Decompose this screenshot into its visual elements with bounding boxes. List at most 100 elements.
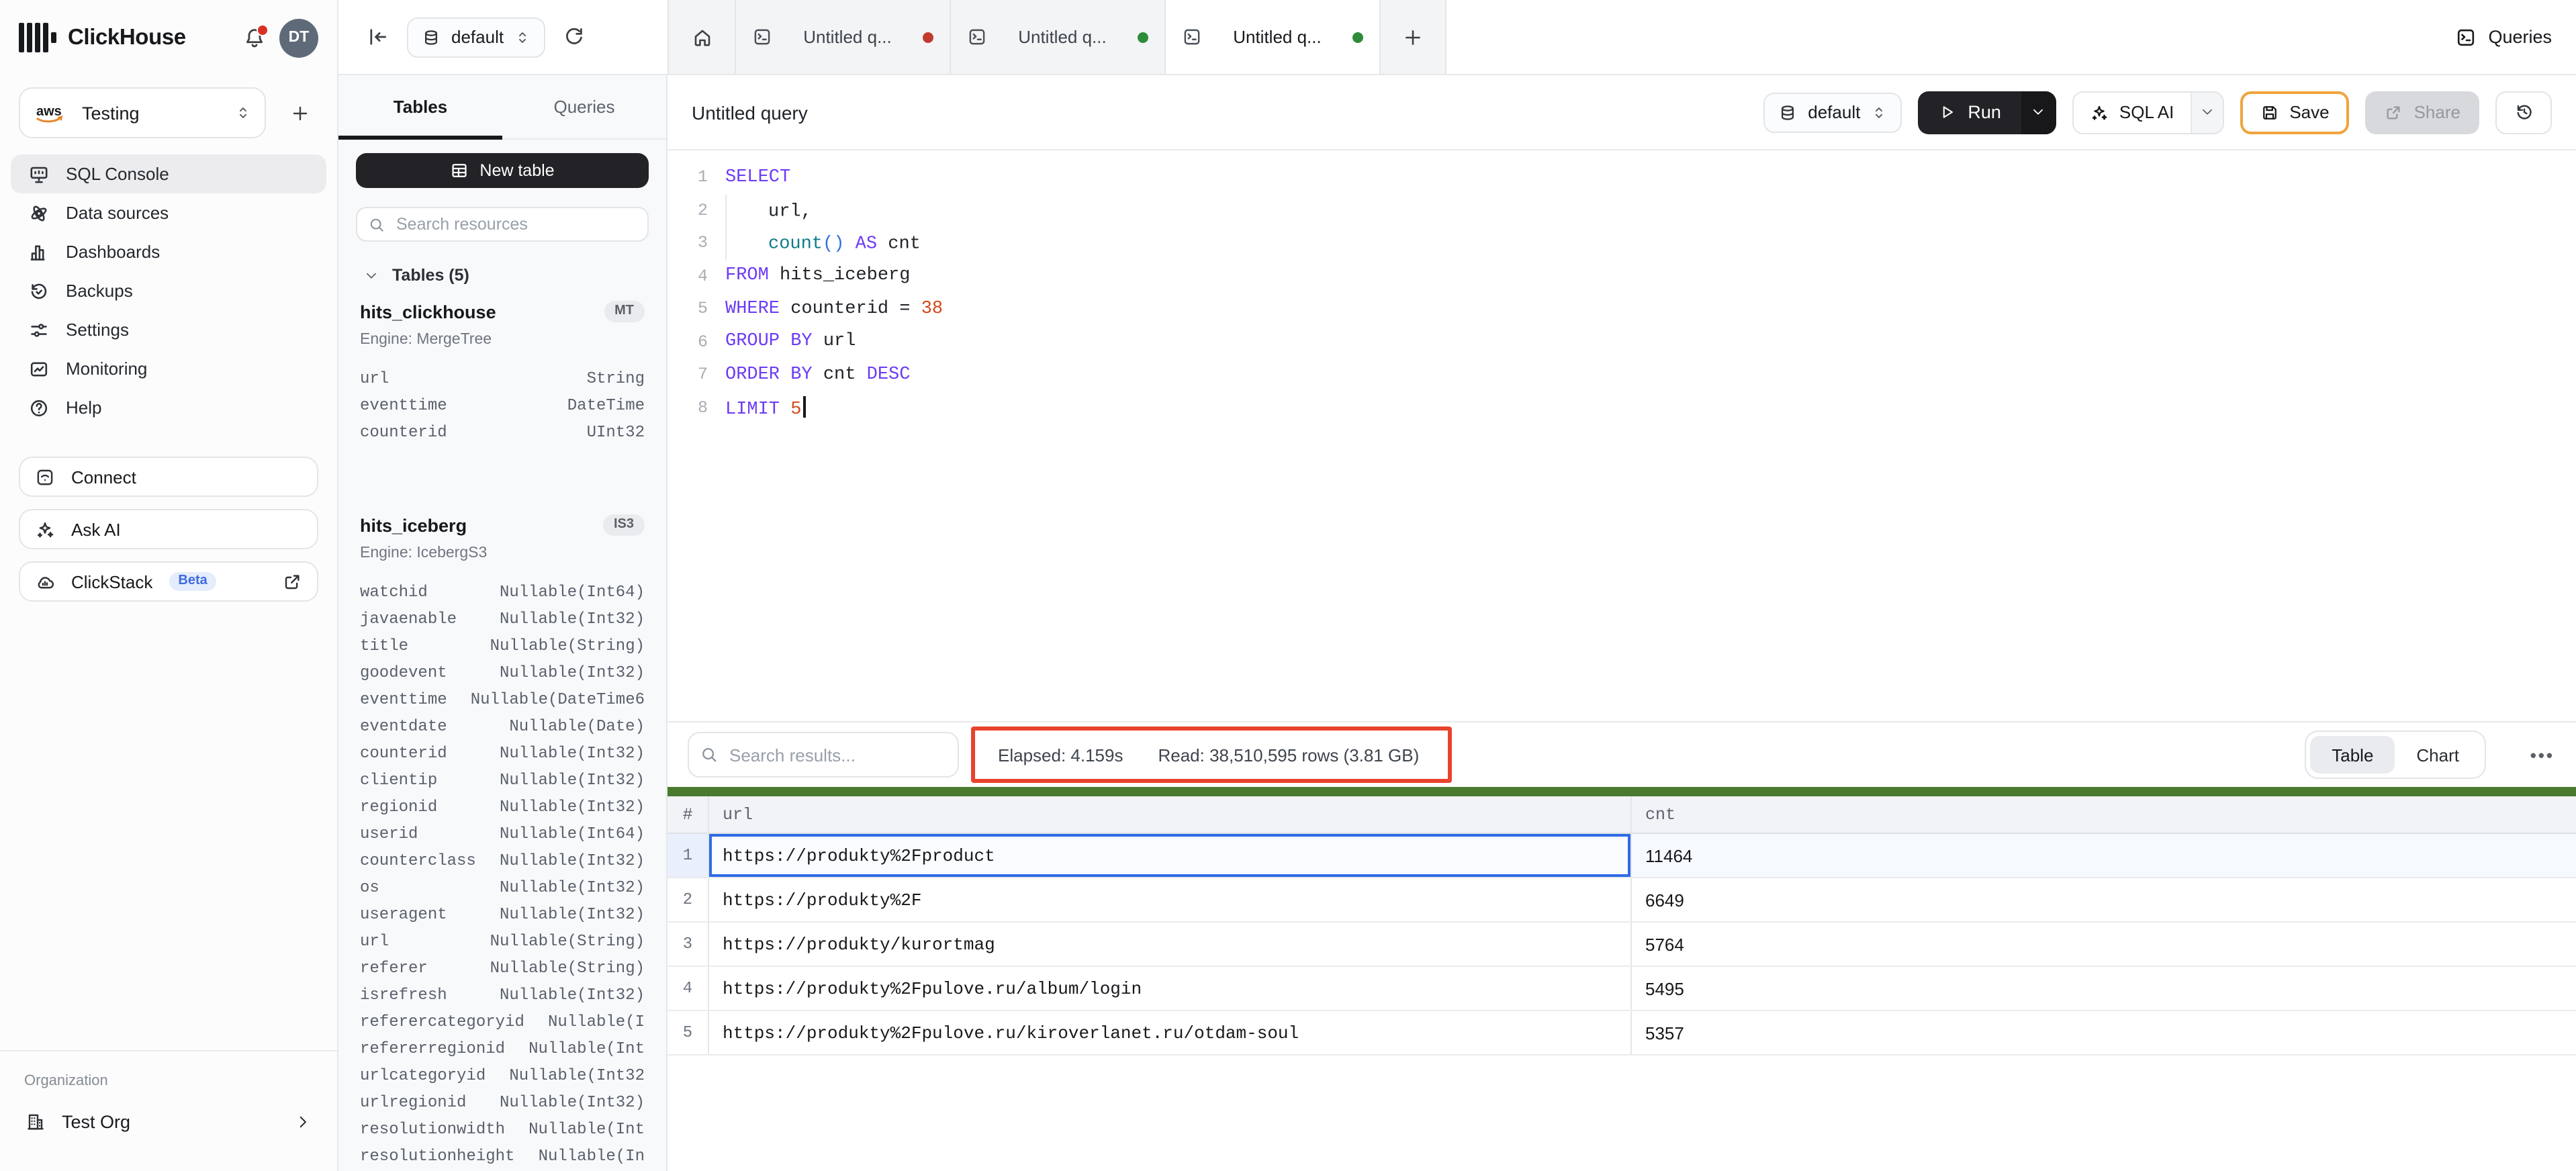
- code-line-4: 4FROM hits_iceberg: [668, 260, 2576, 293]
- collapse-sidebar-button[interactable]: [367, 26, 389, 48]
- sidebar-item-monitoring[interactable]: Monitoring: [11, 349, 326, 388]
- cnt-cell[interactable]: 5764: [1630, 923, 2576, 966]
- sidebar-item-label: Dashboards: [66, 242, 160, 262]
- result-row-5[interactable]: 5https://produkty%2Fpulove.ru/kiroverlan…: [668, 1011, 2576, 1056]
- column-name: javaenable: [360, 610, 457, 628]
- column-row[interactable]: urlregionidNullable(Int32): [360, 1089, 645, 1116]
- column-row[interactable]: clientipNullable(Int32): [360, 767, 645, 794]
- run-options-button[interactable]: [2021, 91, 2056, 134]
- run-button[interactable]: Run: [1918, 91, 2021, 134]
- header-database-selector[interactable]: default: [407, 17, 545, 57]
- cnt-cell[interactable]: 11464: [1630, 834, 2576, 877]
- column-row[interactable]: counterclassNullable(Int32): [360, 847, 645, 874]
- results-more-button[interactable]: •••: [2530, 722, 2555, 787]
- view-chart-tab[interactable]: Chart: [2395, 736, 2481, 774]
- play-icon: [1938, 103, 1956, 121]
- queries-button[interactable]: Queries: [2454, 0, 2552, 74]
- result-row-3[interactable]: 3https://produkty/kurortmag5764: [668, 923, 2576, 967]
- schema-table-name-row[interactable]: hits_clickhouseMT: [360, 294, 645, 329]
- column-row[interactable]: javaenableNullable(Int32): [360, 606, 645, 633]
- column-row[interactable]: counteridNullable(Int32): [360, 740, 645, 767]
- cnt-cell[interactable]: 6649: [1630, 878, 2576, 921]
- column-row[interactable]: watchidNullable(Int64): [360, 579, 645, 606]
- column-row[interactable]: resolutionheightNullable(In: [360, 1143, 645, 1170]
- avatar[interactable]: DT: [279, 18, 318, 57]
- column-row[interactable]: titleNullable(String): [360, 633, 645, 659]
- sidebar-item-data-sources[interactable]: Data sources: [11, 193, 326, 232]
- sidebar-item-sql-console[interactable]: SQL Console: [11, 154, 326, 193]
- sql-editor[interactable]: 1SELECT2url,3count() AS cnt4FROM hits_ic…: [668, 150, 2576, 721]
- column-row[interactable]: referercategoryidNullable(I: [360, 1009, 645, 1035]
- sql-ai-label: SQL AI: [2119, 102, 2174, 122]
- column-name: counterid: [360, 423, 447, 442]
- column-row[interactable]: refererNullable(String): [360, 955, 645, 982]
- org-selector[interactable]: Test Org: [13, 1100, 324, 1143]
- sidebar-item-dashboards[interactable]: Dashboards: [11, 232, 326, 271]
- column-row[interactable]: eventtimeDateTime: [360, 392, 645, 419]
- search-resources-input[interactable]: [394, 214, 637, 235]
- url-cell[interactable]: https://produkty%2Fpulove.ru/album/login: [708, 967, 1630, 1010]
- column-row[interactable]: eventdateNullable(Date): [360, 713, 645, 740]
- result-row-2[interactable]: 2https://produkty%2F6649: [668, 878, 2576, 923]
- query-tab-3[interactable]: Untitled q...: [1164, 0, 1379, 74]
- cnt-cell[interactable]: 5495: [1630, 967, 2576, 1010]
- column-row[interactable]: refererregionidNullable(Int: [360, 1035, 645, 1062]
- result-row-4[interactable]: 4https://produkty%2Fpulove.ru/album/logi…: [668, 967, 2576, 1011]
- refresh-button[interactable]: [563, 26, 586, 48]
- column-row[interactable]: useragentNullable(Int32): [360, 901, 645, 928]
- column-row[interactable]: resolutionwidthNullable(Int: [360, 1116, 645, 1143]
- tab-tables[interactable]: Tables: [338, 75, 502, 138]
- result-row-1[interactable]: 1https://produkty%2Fproduct11464: [668, 834, 2576, 878]
- tab-queries[interactable]: Queries: [502, 75, 666, 138]
- sidebar-item-help[interactable]: Help: [11, 388, 326, 427]
- col-header-url[interactable]: url: [708, 796, 1630, 833]
- line-number: 4: [668, 267, 708, 286]
- connect-button[interactable]: Connect: [19, 457, 318, 497]
- new-tab-button[interactable]: [1379, 0, 1446, 74]
- column-row[interactable]: urlNullable(String): [360, 928, 645, 955]
- workspace-selector[interactable]: aws Testing: [19, 87, 266, 138]
- column-name: url: [360, 369, 389, 388]
- share-button[interactable]: Share: [2366, 91, 2479, 134]
- backups-icon: [28, 280, 50, 301]
- column-row[interactable]: osNullable(Int32): [360, 874, 645, 901]
- col-header-cnt[interactable]: cnt: [1630, 796, 2576, 833]
- home-tab-button[interactable]: [668, 0, 735, 74]
- view-table-tab[interactable]: Table: [2310, 736, 2395, 774]
- sql-ai-options-button[interactable]: [2190, 92, 2222, 132]
- query-tab-1[interactable]: Untitled q...: [735, 0, 950, 74]
- url-cell[interactable]: https://produkty%2Fproduct: [708, 834, 1630, 877]
- editor-database-selector[interactable]: default: [1763, 92, 1902, 132]
- cnt-cell[interactable]: 5357: [1630, 1011, 2576, 1054]
- column-row[interactable]: regionidNullable(Int32): [360, 794, 645, 821]
- new-table-button[interactable]: New table: [356, 153, 649, 188]
- column-name: urlregionid: [360, 1093, 466, 1112]
- url-cell[interactable]: https://produkty%2F: [708, 878, 1630, 921]
- column-row[interactable]: urlString: [360, 365, 645, 392]
- query-tab-2[interactable]: Untitled q...: [950, 0, 1164, 74]
- results-search: [688, 732, 959, 778]
- column-row[interactable]: counteridUInt32: [360, 419, 645, 446]
- clickstack-button[interactable]: ClickStack Beta: [19, 561, 318, 602]
- query-history-button[interactable]: [2495, 91, 2552, 134]
- column-row[interactable]: eventtimeNullable(DateTime6: [360, 686, 645, 713]
- url-cell[interactable]: https://produkty%2Fpulove.ru/kiroverlane…: [708, 1011, 1630, 1054]
- column-type: Nullable(Int64): [500, 583, 645, 602]
- add-workspace-button[interactable]: [283, 97, 316, 129]
- sql-ai-button[interactable]: SQL AI: [2074, 92, 2190, 132]
- schema-table-name-row[interactable]: hits_icebergIS3: [360, 508, 645, 543]
- query-title: Untitled query: [692, 101, 808, 123]
- url-cell[interactable]: https://produkty/kurortmag: [708, 923, 1630, 966]
- search-results-input[interactable]: [727, 743, 947, 766]
- column-row[interactable]: goodeventNullable(Int32): [360, 659, 645, 686]
- column-row[interactable]: urlcategoryidNullable(Int32: [360, 1062, 645, 1089]
- ask-ai-button[interactable]: Ask AI: [19, 509, 318, 549]
- column-row[interactable]: isrefreshNullable(Int32): [360, 982, 645, 1009]
- sidebar-item-settings[interactable]: Settings: [11, 310, 326, 349]
- tables-group-header[interactable]: Tables (5): [364, 262, 649, 289]
- notifications-bell-icon[interactable]: [243, 26, 266, 49]
- column-row[interactable]: useridNullable(Int64): [360, 821, 645, 847]
- column-name: userid: [360, 825, 418, 843]
- save-button[interactable]: Save: [2240, 91, 2349, 134]
- sidebar-item-backups[interactable]: Backups: [11, 271, 326, 310]
